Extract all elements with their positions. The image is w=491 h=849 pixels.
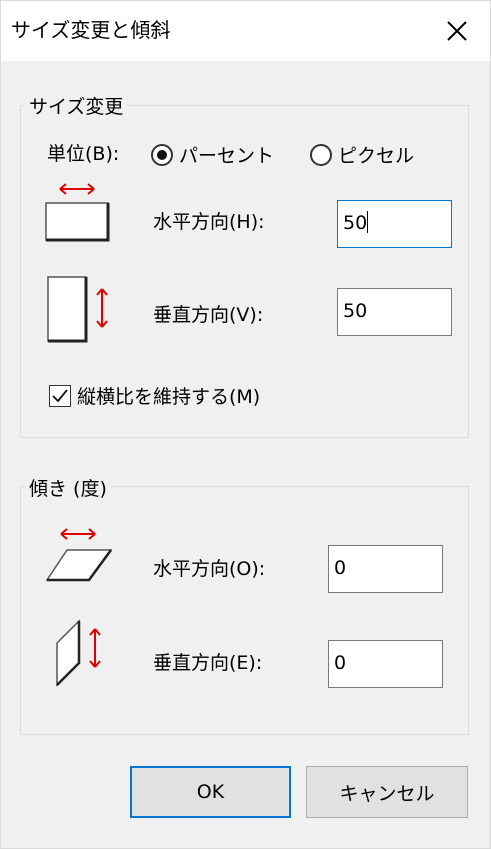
vertical-skew-icon <box>56 619 101 687</box>
radio-selected-dot <box>157 149 167 160</box>
units-label: 単位(B): <box>47 143 120 165</box>
skew-horizontal-value: 0 <box>334 557 347 579</box>
skew-horizontal-input[interactable]: 0 <box>328 545 443 593</box>
skew-vertical-input[interactable]: 0 <box>328 640 443 688</box>
radio-pixel-label: ピクセル <box>338 145 415 167</box>
horizontal-skew-icon <box>45 528 113 582</box>
resize-horizontal-label: 水平方向(H): <box>153 211 265 233</box>
skew-group <box>20 486 469 735</box>
ok-button[interactable]: OK <box>130 766 291 818</box>
skew-vertical-value: 0 <box>334 652 347 674</box>
vertical-resize-icon <box>47 276 108 343</box>
horizontal-resize-icon <box>45 183 110 242</box>
resize-skew-dialog: サイズ変更と傾斜 サイズ変更 単位(B): パーセント ピクセル 水平方向(H)… <box>0 0 491 849</box>
checkmark-icon <box>52 388 68 402</box>
keep-ratio-checkbox-box[interactable] <box>49 384 71 407</box>
resize-vertical-value: 50 <box>343 300 368 322</box>
dialog-title: サイズ変更と傾斜 <box>11 18 171 42</box>
text-caret <box>367 211 369 233</box>
keep-ratio-label: 縦横比を維持する(M) <box>77 386 261 408</box>
skew-horizontal-label: 水平方向(O): <box>153 558 266 580</box>
close-icon <box>447 21 467 41</box>
radio-percent-button[interactable] <box>151 143 173 166</box>
close-button[interactable] <box>424 1 490 61</box>
skew-vertical-label: 垂直方向(E): <box>153 652 263 674</box>
cancel-button[interactable]: キャンセル <box>306 766 468 818</box>
radio-pixel-button[interactable] <box>310 143 332 166</box>
resize-vertical-label: 垂直方向(V): <box>153 304 264 326</box>
resize-horizontal-input[interactable]: 50 <box>337 200 452 248</box>
radio-percent[interactable]: パーセント <box>151 141 274 168</box>
title-bar: サイズ変更と傾斜 <box>1 1 490 61</box>
resize-horizontal-value: 50 <box>343 212 368 234</box>
radio-pixel[interactable]: ピクセル <box>310 141 414 168</box>
radio-percent-label: パーセント <box>179 145 275 167</box>
skew-group-label: 傾き (度) <box>25 474 111 501</box>
keep-ratio-checkbox[interactable]: 縦横比を維持する(M) <box>49 382 260 409</box>
resize-vertical-input[interactable]: 50 <box>337 288 452 336</box>
resize-group-label: サイズ変更 <box>25 92 128 119</box>
